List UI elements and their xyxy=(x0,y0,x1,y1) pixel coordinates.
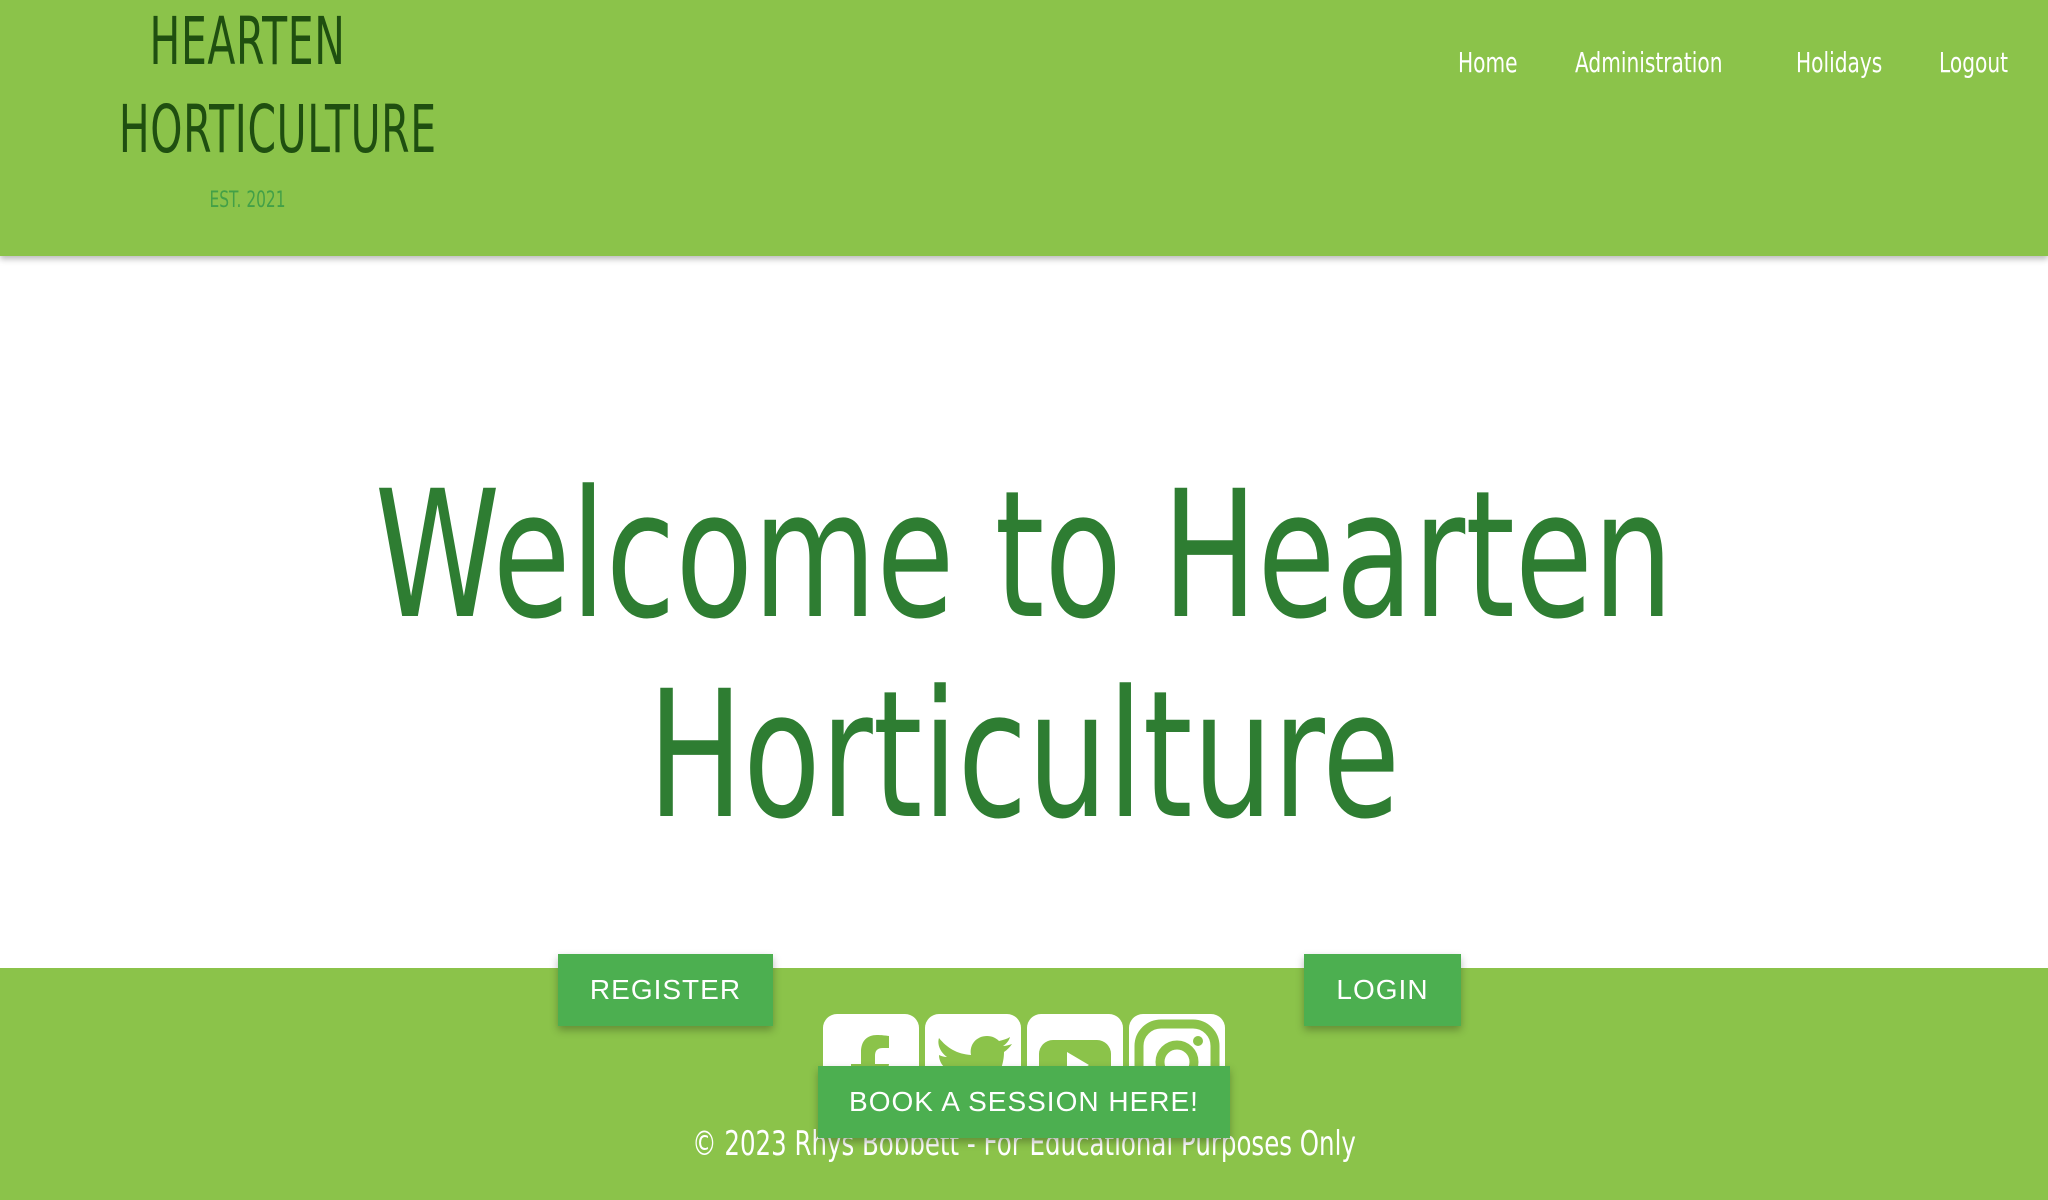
hero-section: Welcome to Hearten Horticulture xyxy=(0,256,2048,968)
hero-title-line1: Welcome to Hearten xyxy=(374,453,1674,658)
nav-logout-link[interactable]: Logout xyxy=(1939,46,2008,79)
nav-home-link[interactable]: Home xyxy=(1458,46,1518,79)
login-button[interactable]: LOGIN xyxy=(1304,954,1461,1026)
book-session-button[interactable]: BOOK A SESSION HERE! xyxy=(818,1066,1230,1138)
main-nav: Home Administration Holidays Logout xyxy=(1458,46,2018,86)
hero-title-line2: Horticulture xyxy=(647,653,1401,858)
site-header: HEARTEN HORTICULTURE EST. 2021 Home Admi… xyxy=(0,0,2048,256)
brand-established: EST. 2021 xyxy=(209,188,286,213)
brand-name-line1: HEARTEN xyxy=(149,3,346,80)
nav-administration-link[interactable]: Administration xyxy=(1575,46,1723,79)
register-button[interactable]: REGISTER xyxy=(558,954,773,1026)
brand-logo[interactable]: HEARTEN HORTICULTURE EST. 2021 xyxy=(40,0,455,213)
hero-title: Welcome to Hearten Horticulture xyxy=(287,456,1762,856)
nav-holidays-link[interactable]: Holidays xyxy=(1796,46,1882,79)
brand-name-line2: HORTICULTURE xyxy=(118,91,437,168)
